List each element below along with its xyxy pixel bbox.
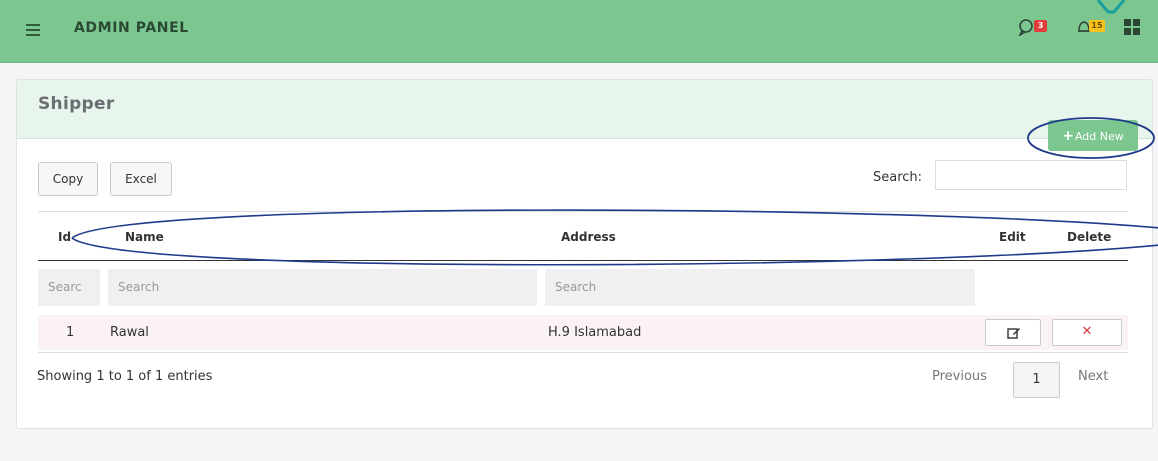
delete-button[interactable]: ✕ xyxy=(1052,319,1122,346)
cell-name: Rawal xyxy=(110,325,149,340)
previous-page-button[interactable]: Previous xyxy=(932,369,987,384)
apps-grid-icon[interactable] xyxy=(1124,18,1140,36)
annotation-marker-icon xyxy=(1096,0,1126,14)
add-new-label: Add New xyxy=(1074,129,1124,143)
cell-address: H.9 Islamabad xyxy=(548,325,642,340)
plus-icon: + xyxy=(1062,127,1074,144)
copy-button[interactable]: Copy xyxy=(38,162,98,196)
table-top-divider xyxy=(38,211,1128,212)
next-page-button[interactable]: Next xyxy=(1078,369,1108,384)
id-filter-input[interactable]: Searc xyxy=(38,269,100,306)
col-header-address[interactable]: Address xyxy=(561,230,616,244)
close-icon: ✕ xyxy=(1081,324,1093,339)
edit-icon xyxy=(1007,328,1020,339)
cell-id: 1 xyxy=(66,325,75,340)
col-header-id[interactable]: Id xyxy=(58,230,71,244)
hamburger-icon[interactable] xyxy=(26,24,40,39)
address-filter-input[interactable]: Search xyxy=(545,269,975,306)
messages-button[interactable]: 3 xyxy=(1018,18,1054,38)
edit-button[interactable] xyxy=(985,319,1041,346)
notifications-badge: 15 xyxy=(1089,20,1105,32)
table-bottom-divider xyxy=(38,352,1128,353)
page-title: Shipper xyxy=(38,94,115,114)
entries-info: Showing 1 to 1 of 1 entries xyxy=(37,369,213,384)
search-label: Search: xyxy=(873,170,923,185)
notifications-button[interactable]: 15 xyxy=(1075,18,1111,36)
col-header-delete[interactable]: Delete xyxy=(1067,230,1111,244)
table-header-underline xyxy=(38,260,1128,261)
col-header-edit[interactable]: Edit xyxy=(999,230,1026,244)
app-title: ADMIN PANEL xyxy=(74,20,189,36)
name-filter-input[interactable]: Search xyxy=(108,269,537,306)
excel-button[interactable]: Excel xyxy=(110,162,172,196)
panel-header: Shipper xyxy=(17,80,1152,139)
top-navbar: ADMIN PANEL 3 15 xyxy=(0,0,1158,63)
col-header-name[interactable]: Name xyxy=(125,230,164,244)
search-input[interactable] xyxy=(935,160,1127,190)
add-new-button[interactable]: +Add New xyxy=(1048,120,1138,151)
messages-badge: 3 xyxy=(1034,20,1047,32)
page-1-button[interactable]: 1 xyxy=(1013,362,1060,398)
